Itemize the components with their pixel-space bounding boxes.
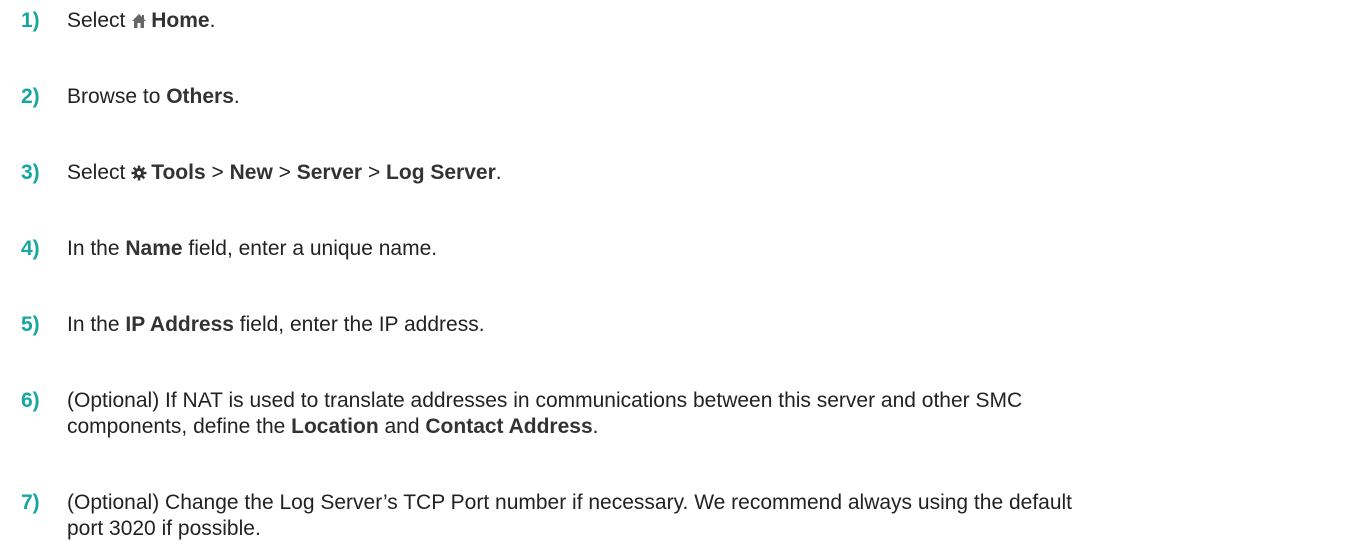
step-text: Select Tools > New > Server > Log Server…	[67, 161, 502, 184]
ui-name-label: Name	[125, 237, 183, 260]
ui-ip-address-label: IP Address	[125, 313, 234, 336]
step-text: In the IP Address field, enter the IP ad…	[67, 313, 485, 336]
step-text: In the Name field, enter a unique name.	[67, 237, 438, 260]
ui-others-label: Others	[166, 85, 234, 108]
step-text: Select Home.	[67, 9, 216, 32]
home-icon	[131, 13, 147, 29]
step-number: 5)	[21, 313, 40, 336]
step-text: (Optional) Change the Log Server’s TCP P…	[67, 491, 1073, 540]
step-number: 4)	[21, 237, 40, 260]
step-number: 3)	[21, 161, 40, 184]
gear-icon	[131, 165, 147, 181]
ui-tools-label: Tools	[151, 161, 206, 184]
step-number: 2)	[21, 85, 40, 108]
ui-log-server-label: Log Server	[386, 161, 496, 184]
ui-home-label: Home	[151, 9, 210, 32]
ui-contact-address-label: Contact Address	[425, 415, 593, 438]
ui-server-label: Server	[296, 161, 363, 184]
step-number: 7)	[21, 491, 40, 514]
step-text: Browse to Others.	[67, 85, 240, 108]
ui-new-label: New	[229, 161, 273, 184]
step-text: (Optional) If NAT is used to translate a…	[67, 389, 1023, 438]
step-number: 1)	[21, 9, 40, 32]
step-number: 6)	[21, 389, 40, 412]
ui-location-label: Location	[291, 415, 379, 438]
